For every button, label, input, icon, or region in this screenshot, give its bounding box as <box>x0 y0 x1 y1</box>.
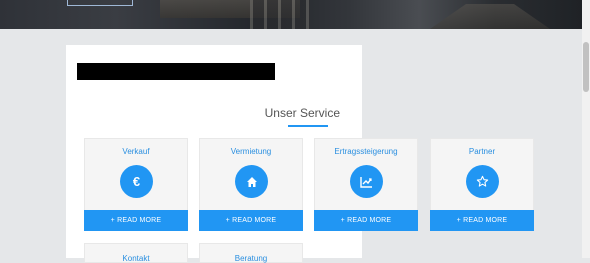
service-card-beratung: Beratung <box>199 243 303 263</box>
read-more-button[interactable]: + READ MORE <box>314 210 418 231</box>
redacted-heading <box>77 63 275 80</box>
house-icon <box>235 165 268 198</box>
hero-roof-image-right <box>430 4 550 29</box>
section-title: Unser Service <box>264 106 340 120</box>
read-more-button[interactable]: + READ MORE <box>430 210 534 231</box>
hero-banner <box>0 0 582 29</box>
read-more-button[interactable]: + READ MORE <box>199 210 303 231</box>
service-card-partner: Partner + READ MORE <box>430 138 534 231</box>
star-icon <box>466 165 499 198</box>
euro-glyph: € <box>132 174 141 189</box>
service-title[interactable]: Partner <box>431 147 533 156</box>
service-title[interactable]: Beratung <box>200 254 302 263</box>
service-card-verkauf: Verkauf € + READ MORE <box>84 138 188 231</box>
hero-window-image <box>250 0 310 29</box>
service-card-ertragssteigerung: Ertragssteigerung + READ MORE <box>314 138 418 231</box>
section-title-underline <box>288 125 328 127</box>
service-title[interactable]: Verkauf <box>85 147 187 156</box>
chart-line-icon <box>350 165 383 198</box>
service-card-vermietung: Vermietung + READ MORE <box>199 138 303 231</box>
page-scrollbar[interactable] <box>582 0 590 258</box>
service-title[interactable]: Vermietung <box>200 147 302 156</box>
service-card-kontakt: Kontakt <box>84 243 188 263</box>
service-title[interactable]: Kontakt <box>85 254 187 263</box>
hero-button[interactable] <box>67 0 133 6</box>
service-title[interactable]: Ertragssteigerung <box>315 147 417 156</box>
read-more-button[interactable]: + READ MORE <box>84 210 188 231</box>
euro-icon: € <box>120 165 153 198</box>
scrollbar-thumb[interactable] <box>583 42 589 92</box>
